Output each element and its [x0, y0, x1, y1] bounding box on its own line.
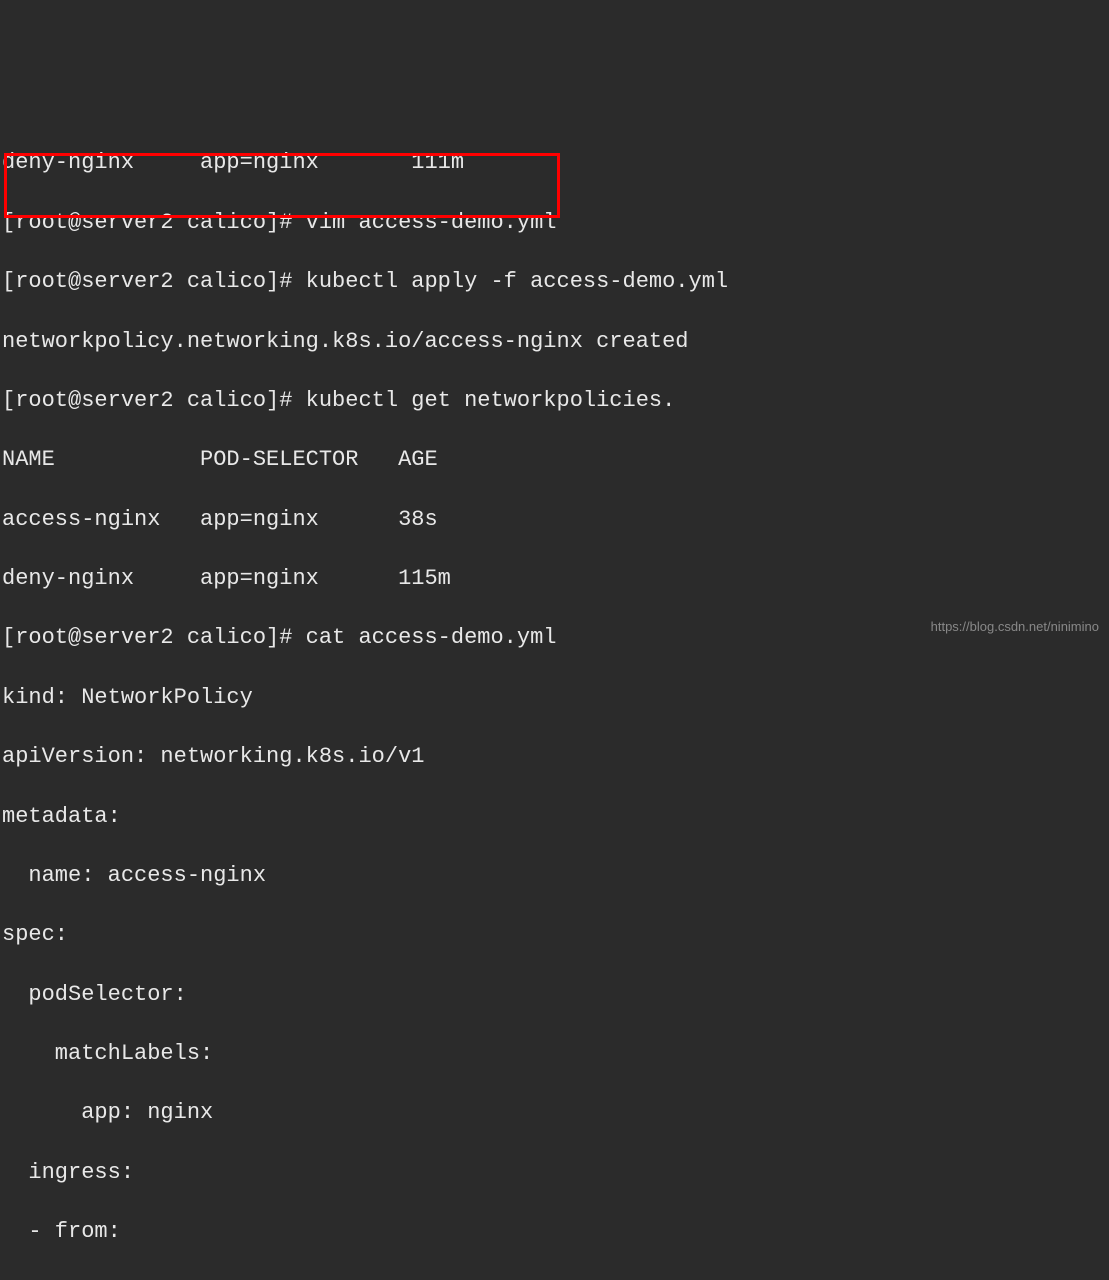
- terminal-line: kind: NetworkPolicy: [2, 683, 1107, 713]
- terminal-line: [root@server2 calico]# kubectl get netwo…: [2, 386, 1107, 416]
- terminal-line: name: access-nginx: [2, 861, 1107, 891]
- terminal-line: - from:: [2, 1217, 1107, 1247]
- terminal-line: access-nginx app=nginx 38s: [2, 505, 1107, 535]
- terminal-line: app: nginx: [2, 1098, 1107, 1128]
- terminal-line: NAME POD-SELECTOR AGE: [2, 445, 1107, 475]
- terminal-line: deny-nginx app=nginx 115m: [2, 564, 1107, 594]
- terminal-line: - podSelector:: [2, 1277, 1107, 1280]
- watermark-text: https://blog.csdn.net/ninimino: [931, 618, 1099, 636]
- terminal-line: matchLabels:: [2, 1039, 1107, 1069]
- terminal-line: deny-nginx app=nginx 111m: [2, 148, 1107, 178]
- terminal-line: [root@server2 calico]# vim access-demo.y…: [2, 208, 1107, 238]
- terminal-line: podSelector:: [2, 980, 1107, 1010]
- terminal-line: apiVersion: networking.k8s.io/v1: [2, 742, 1107, 772]
- terminal-line: [root@server2 calico]# kubectl apply -f …: [2, 267, 1107, 297]
- terminal-output[interactable]: deny-nginx app=nginx 111m [root@server2 …: [0, 119, 1109, 1280]
- terminal-line: ingress:: [2, 1158, 1107, 1188]
- terminal-line: metadata:: [2, 802, 1107, 832]
- terminal-line: spec:: [2, 920, 1107, 950]
- terminal-line: networkpolicy.networking.k8s.io/access-n…: [2, 327, 1107, 357]
